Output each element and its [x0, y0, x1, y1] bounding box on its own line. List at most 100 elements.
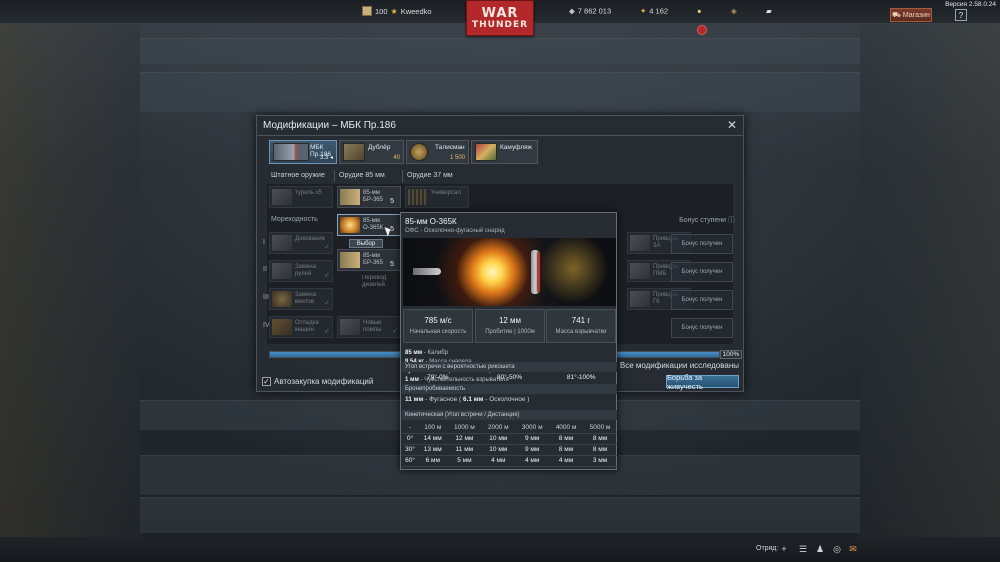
mod-universal[interactable]: Универсал	[405, 186, 469, 208]
lightbulb-icon: ●	[697, 6, 702, 16]
turret-icon	[272, 189, 292, 205]
mail-icon[interactable]: ✉	[847, 543, 859, 555]
tier-label: III	[263, 294, 269, 301]
check-icon: ✓	[324, 300, 330, 307]
shell-icon	[340, 252, 360, 268]
squad-label: Отряд:	[756, 545, 779, 552]
background-right-panel	[860, 24, 1000, 562]
bottom-bar: Отряд: + ☰ ♟ ◎ ✉	[0, 537, 1000, 562]
camouflage-icon	[475, 143, 497, 161]
slot-vehicle[interactable]: МБК Пр.186 3.3 ◂	[269, 140, 337, 164]
help-button[interactable]: ?	[955, 9, 967, 21]
all-researched-status: ✕ Все модификации исследованы	[608, 361, 739, 370]
close-icon[interactable]: ✕	[726, 119, 738, 131]
slot-talisman[interactable]: Талисман 1 500	[406, 140, 469, 164]
background-vehicle-row	[140, 497, 860, 533]
autobuy-checkbox[interactable]: ✓	[262, 377, 271, 386]
autobuy-label: Автозакупка модификаций	[274, 377, 374, 386]
items[interactable]: ▰	[766, 7, 772, 16]
slot-camouflage[interactable]: Камуфляж	[471, 140, 538, 164]
tier-label: I	[263, 239, 265, 246]
propeller-icon	[272, 291, 292, 307]
war-thunder-logo[interactable]: WAR THUNDER	[466, 0, 534, 36]
slot-crew-backup[interactable]: Дублёр 40	[339, 140, 404, 164]
mod-docking[interactable]: Докование ✓	[269, 232, 333, 254]
premium-lightbulb[interactable]: ●	[697, 7, 702, 16]
mod-turret[interactable]: турель x5	[269, 186, 333, 208]
ricochet-values: 79°-0% 80°-50% 81°-100%	[402, 373, 617, 383]
category-default-weapon: Штатное оружие	[267, 170, 335, 182]
stat-value: 741 г	[571, 316, 591, 325]
battle-pass[interactable]: ◈	[731, 7, 737, 16]
shell-impact-illustration	[403, 238, 616, 306]
kinetic-table: -100 м 1000 м 2000 м 3000 м 4000 м 5000 м 0° 1…	[402, 422, 617, 467]
mod-rudders[interactable]: Замена рулей ✓	[269, 260, 333, 282]
kinetic-header: Кинетическая (Угол встречи / Дистанция)	[402, 410, 617, 420]
check-icon: ✓	[324, 328, 330, 335]
mod-label: Докование	[295, 236, 325, 242]
ticket-icon: ▰	[766, 6, 772, 16]
tooltip-title: 85-мм О-365К	[405, 217, 457, 226]
drive-icon	[630, 291, 650, 307]
shop-button[interactable]: ⛟ Магазин	[890, 8, 932, 22]
mod-new-pumps[interactable]: Новые помпы ✓	[337, 316, 401, 338]
armor-plate-edge	[537, 252, 540, 292]
tier-label: II	[263, 266, 267, 273]
stat-penetration: 12 мм Пробитие | 1000м	[475, 309, 545, 343]
mod-label: турель x5	[295, 190, 322, 196]
add-squad-icon[interactable]: +	[778, 543, 790, 555]
check-icon: ✓	[324, 272, 330, 279]
list-icon[interactable]: ☰	[797, 543, 809, 555]
category-gun-85: Орудие 85 мм	[335, 170, 403, 182]
background-tabs-row	[140, 38, 860, 64]
table-header-row: -100 м 1000 м 2000 м 3000 м 4000 м 5000 м	[402, 422, 617, 434]
player-info[interactable]: 100 ★ Kweedko	[362, 6, 432, 16]
mod-diesel[interactable]: Перевод дизелей	[337, 273, 401, 288]
slot-sub: 3.3 ◂	[319, 155, 333, 161]
tier-bonus: Бонус получен	[671, 234, 733, 254]
mod-label: Перевод дизелей	[362, 275, 387, 288]
ship-icon	[273, 143, 309, 161]
ricochet-value: 80°-50%	[497, 374, 523, 381]
rudder-icon	[272, 263, 292, 279]
ammo-belt-icon	[408, 189, 428, 205]
golden-eagle-icon: ✦	[640, 6, 647, 16]
damage-control-button[interactable]: Борьба за живучесть	[666, 373, 739, 391]
golden-eagles[interactable]: ✦ 4 162	[640, 7, 668, 16]
avatar[interactable]	[362, 6, 372, 16]
tier-bonus: Бонус получен	[671, 262, 733, 282]
table-row: 30° 13 мм 11 мм 10 мм 9 мм 8 мм 8 мм	[402, 444, 617, 456]
tier-bonus-header: Бонус ступени ⓘ	[679, 217, 735, 224]
mod-shell-br365-alt[interactable]: 85-мм БР-365 5	[337, 249, 401, 271]
property-line: 85 мм - Калибр	[405, 350, 449, 356]
pump-icon	[340, 319, 360, 335]
category-gun-37: Орудие 37 мм	[407, 172, 453, 179]
stat-label: Масса взрывчатки	[555, 329, 607, 335]
penetration-line: 11 мм - Фугасное ( 6.1 мм - Осколочное )	[405, 396, 530, 403]
mod-shell-br365[interactable]: 85-мм БР-365 5	[337, 186, 401, 208]
select-button[interactable]: Выбор	[349, 239, 383, 248]
autobuy-row[interactable]: ✓ Автозакупка модификаций	[262, 377, 373, 386]
star-icon: ★	[390, 6, 398, 16]
engine-icon	[272, 319, 292, 335]
dialog-title: Модификации – МБК Пр.186	[263, 120, 396, 131]
player-level: 100	[375, 6, 388, 16]
slot-label: Дублёр	[368, 144, 391, 151]
mod-propellers[interactable]: Замена винтов ✓	[269, 288, 333, 310]
chat-icon[interactable]: ◎	[831, 543, 843, 555]
mod-engine-tuning[interactable]: Отладка машин ✓	[269, 316, 333, 338]
rank-icon: ◈	[731, 6, 737, 16]
golden-eagles-value: 4 162	[649, 6, 669, 16]
ricochet-header: Угол встречи с вероятностью рикошета	[402, 362, 617, 372]
shell-count: 5	[390, 198, 394, 205]
slot-sub: 40	[393, 155, 400, 161]
all-researched-label: Все модификации исследованы	[619, 361, 739, 370]
backup-icon	[343, 143, 365, 161]
progress-text: 100%	[720, 350, 742, 359]
categories-row: Штатное оружие Орудие 85 мм Орудие 37 мм	[267, 170, 733, 182]
logo-text-bottom: THUNDER	[471, 19, 529, 30]
silver-lions[interactable]: ◆ 7 862 013	[569, 7, 611, 16]
friends-icon[interactable]: ♟	[814, 543, 826, 555]
background-row	[140, 72, 860, 112]
notification-badge[interactable]	[697, 25, 707, 35]
